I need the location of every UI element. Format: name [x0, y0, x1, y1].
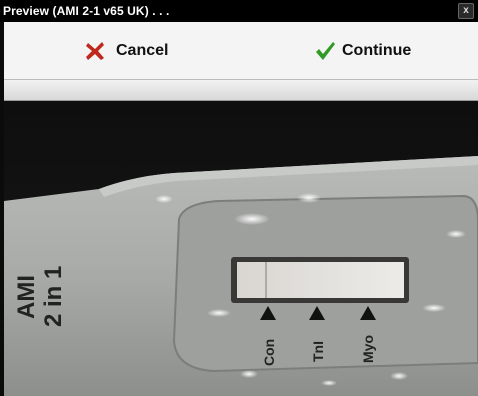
- device-label-line1: AMI: [13, 275, 40, 319]
- toolbar: Cancel Continue: [4, 22, 478, 80]
- marker-label-con: Con: [261, 339, 277, 366]
- cancel-button[interactable]: Cancel: [84, 40, 168, 62]
- cancel-label: Cancel: [116, 42, 169, 59]
- status-bar: [4, 80, 478, 101]
- marker-label-myo: Myo: [360, 335, 376, 363]
- test-cassette-image: AMI 2 in 1 Con TnI Myo: [4, 101, 478, 396]
- close-button[interactable]: x: [458, 3, 474, 19]
- red-x-icon: [86, 42, 104, 60]
- green-checkmark-icon: [316, 42, 335, 60]
- device-label-line2: 2 in 1: [40, 266, 67, 327]
- continue-label: Continue: [342, 42, 412, 59]
- camera-preview: AMI 2 in 1 Con TnI Myo: [4, 101, 478, 396]
- title-bar[interactable]: Preview (AMI 2-1 v65 UK) . . . x: [0, 0, 478, 22]
- preview-window: Preview (AMI 2-1 v65 UK) . . . x Cancel …: [0, 0, 478, 396]
- marker-label-tni: TnI: [310, 341, 326, 362]
- continue-button[interactable]: Continue: [314, 40, 411, 62]
- window-title: Preview (AMI 2-1 v65 UK) . . .: [3, 4, 170, 18]
